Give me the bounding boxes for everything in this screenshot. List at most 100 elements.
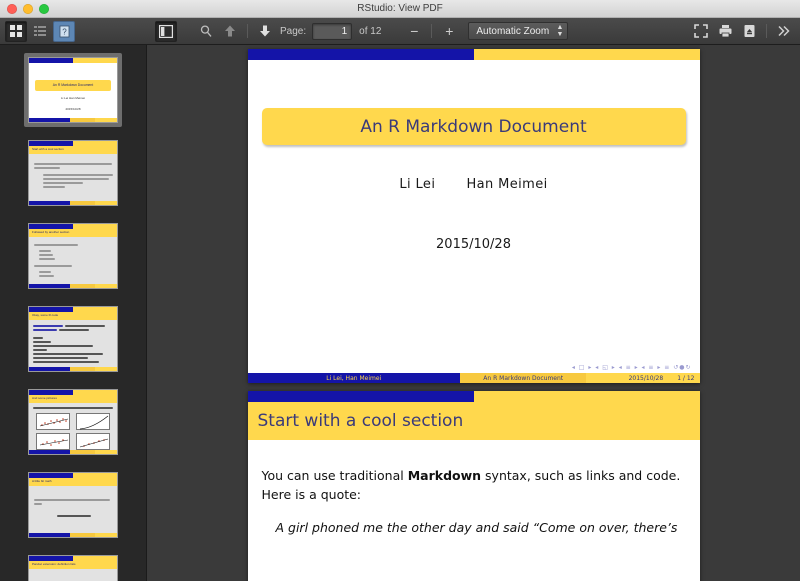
thumbnail-page-5: And some pictures — [28, 389, 118, 455]
next-page-button[interactable] — [254, 21, 276, 42]
zoom-in-button[interactable]: + — [438, 21, 460, 42]
slide-footer: Li Lei, Han Meimei An R Markdown Documen… — [247, 373, 700, 383]
printer-icon — [718, 24, 733, 38]
slide-footer-right: 2015/10/28 1 / 12 — [586, 373, 700, 383]
slide-blockquote: A girl phoned me the other day and said … — [275, 520, 678, 535]
attachments-button[interactable]: ? — [53, 20, 75, 42]
thumbnail-title-1: An R Markdown Document — [52, 83, 94, 87]
slide-footer-title: An R Markdown Document — [459, 373, 587, 383]
pdf-toolbar: ? Page: 1 of 12 − + Automatic Zoom ▲ ▼ — [0, 18, 800, 45]
thumb-footer — [29, 284, 117, 288]
pdf-page-2: Start with a cool section You can use tr… — [247, 391, 700, 581]
author-first: Li Lei — [399, 177, 436, 192]
slide-top-bar-blue — [247, 49, 474, 60]
arrow-up-icon — [224, 24, 236, 38]
thumbnail-item-6[interactable]: A little bit math — [24, 468, 122, 542]
zoom-level-select[interactable]: Automatic Zoom ▲ ▼ — [468, 22, 569, 40]
thumb-plot-3 — [36, 433, 70, 450]
presentation-mode-button[interactable] — [690, 21, 712, 42]
svg-text:?: ? — [62, 27, 67, 36]
thumbnail-sidebar[interactable]: An R Markdown Document Li Lei Han Meimei… — [0, 45, 147, 581]
thumbnail-title-4: Okay, some R code — [32, 313, 59, 317]
thumbnail-page-2: Start with a cool section — [28, 140, 118, 206]
window-controls — [7, 3, 49, 14]
presentation-authors: Li Lei Han Meimei — [248, 177, 700, 192]
presentation-title: An R Markdown Document — [360, 116, 587, 137]
slide-title: Start with a cool section — [257, 411, 464, 431]
thumb-footer — [29, 201, 117, 205]
thumbnail-title-7: Pandoc extension: definition lists — [32, 562, 76, 566]
close-button[interactable] — [7, 3, 17, 14]
author-second: Han Meimei — [466, 177, 548, 192]
download-icon — [743, 24, 756, 38]
chevron-updown-icon: ▲ ▼ — [556, 24, 564, 38]
minimize-button[interactable] — [23, 3, 33, 14]
thumbnail-title-5: And some pictures — [32, 396, 57, 400]
slide-footer-date: 2015/10/28 — [628, 374, 664, 382]
thumb-plot-1 — [36, 413, 70, 430]
thumb-footer — [29, 367, 117, 371]
thumbnail-title-2: Start with a cool section — [32, 147, 64, 151]
toolbar-divider-3 — [766, 24, 767, 38]
thumb-footer — [29, 533, 117, 537]
find-button[interactable] — [195, 21, 217, 42]
beamer-navigation-symbols[interactable]: ◂ □ ▸ ◂ ◱ ▸ ◂ ≡ ▸ ◂ ≡ ▸ ≡ ↺●↻ — [572, 364, 692, 371]
toolbar-left-group: ? — [5, 20, 75, 42]
zoom-level-value: Automatic Zoom — [476, 25, 550, 37]
sidebar-icon — [159, 24, 173, 38]
page-label: Page: — [280, 25, 307, 37]
download-button[interactable] — [738, 21, 760, 42]
sidebar-toggle-button[interactable] — [155, 20, 177, 42]
thumb-plot-2 — [76, 413, 110, 430]
thumbnail-page-6: A little bit math — [28, 472, 118, 538]
pdf-page-viewer[interactable]: An R Markdown Document Li Lei Han Meimei… — [147, 45, 800, 581]
paragraph-bold-markdown: Markdown — [407, 468, 482, 483]
thumbnail-item-2[interactable]: Start with a cool section — [24, 136, 122, 210]
zoom-button[interactable] — [39, 3, 49, 14]
previous-page-button[interactable] — [219, 21, 241, 42]
toolbar-divider — [247, 24, 248, 38]
thumbnail-title-3: Followed by another section — [32, 230, 70, 234]
page-count-label: of 12 — [359, 25, 382, 37]
zoom-out-button[interactable]: − — [403, 21, 425, 42]
slide-top-bar — [247, 49, 700, 60]
fullscreen-icon — [694, 24, 708, 38]
slide-top-bar-yellow — [473, 391, 700, 402]
thumbnail-list: An R Markdown Document Li Lei Han Meimei… — [0, 45, 146, 581]
thumbnail-page-3: Followed by another section — [28, 223, 118, 289]
thumbnail-authors-1: Li Lei Han Meimei — [60, 96, 85, 100]
thumbnail-item-3[interactable]: Followed by another section — [24, 219, 122, 293]
thumb-footer — [29, 118, 117, 122]
print-button[interactable] — [714, 21, 736, 42]
thumbnail-item-7[interactable]: Pandoc extension: definition lists — [24, 551, 122, 581]
plus-icon: + — [445, 23, 454, 39]
list-icon — [33, 24, 47, 38]
toolbar-center-group: Page: of 12 − + Automatic Zoom ▲▼ — [155, 20, 569, 42]
workspace: An R Markdown Document Li Lei Han Meimei… — [0, 45, 800, 581]
more-tools-button[interactable] — [773, 21, 795, 42]
window-title: RStudio: View PDF — [357, 2, 443, 14]
pdf-viewer-window: RStudio: View PDF ? Page: 1 of 12 − + Au… — [0, 0, 800, 581]
thumb-plot-4 — [76, 433, 110, 450]
thumbnail-item-4[interactable]: Okay, some R code — [24, 302, 122, 376]
thumbnail-item-1[interactable]: An R Markdown Document Li Lei Han Meimei… — [24, 53, 122, 127]
slide-top-bar-blue — [247, 391, 474, 402]
thumb-footer — [29, 450, 117, 454]
thumbnail-item-5[interactable]: And some pictures — [24, 385, 122, 459]
slide-top-bar — [247, 391, 700, 402]
thumbnails-view-button[interactable] — [5, 20, 27, 42]
thumb-title-box: An R Markdown Document — [35, 80, 111, 91]
toolbar-divider-2 — [431, 24, 433, 38]
arrow-down-icon — [259, 24, 271, 38]
thumb-topbar — [29, 58, 117, 63]
pdf-page-1: An R Markdown Document Li Lei Han Meimei… — [247, 49, 700, 383]
window-titlebar: RStudio: View PDF — [0, 0, 800, 18]
document-outline-button[interactable] — [29, 21, 51, 42]
slide-footer-pagenum: 1 / 12 — [677, 374, 695, 382]
presentation-title-box: An R Markdown Document — [261, 108, 686, 145]
toolbar-right-group — [690, 21, 795, 42]
grid-icon — [9, 24, 23, 38]
thumbnail-page-7: Pandoc extension: definition lists — [28, 555, 118, 581]
page-number-input[interactable] — [312, 22, 353, 40]
presentation-date: 2015/10/28 — [436, 237, 511, 252]
